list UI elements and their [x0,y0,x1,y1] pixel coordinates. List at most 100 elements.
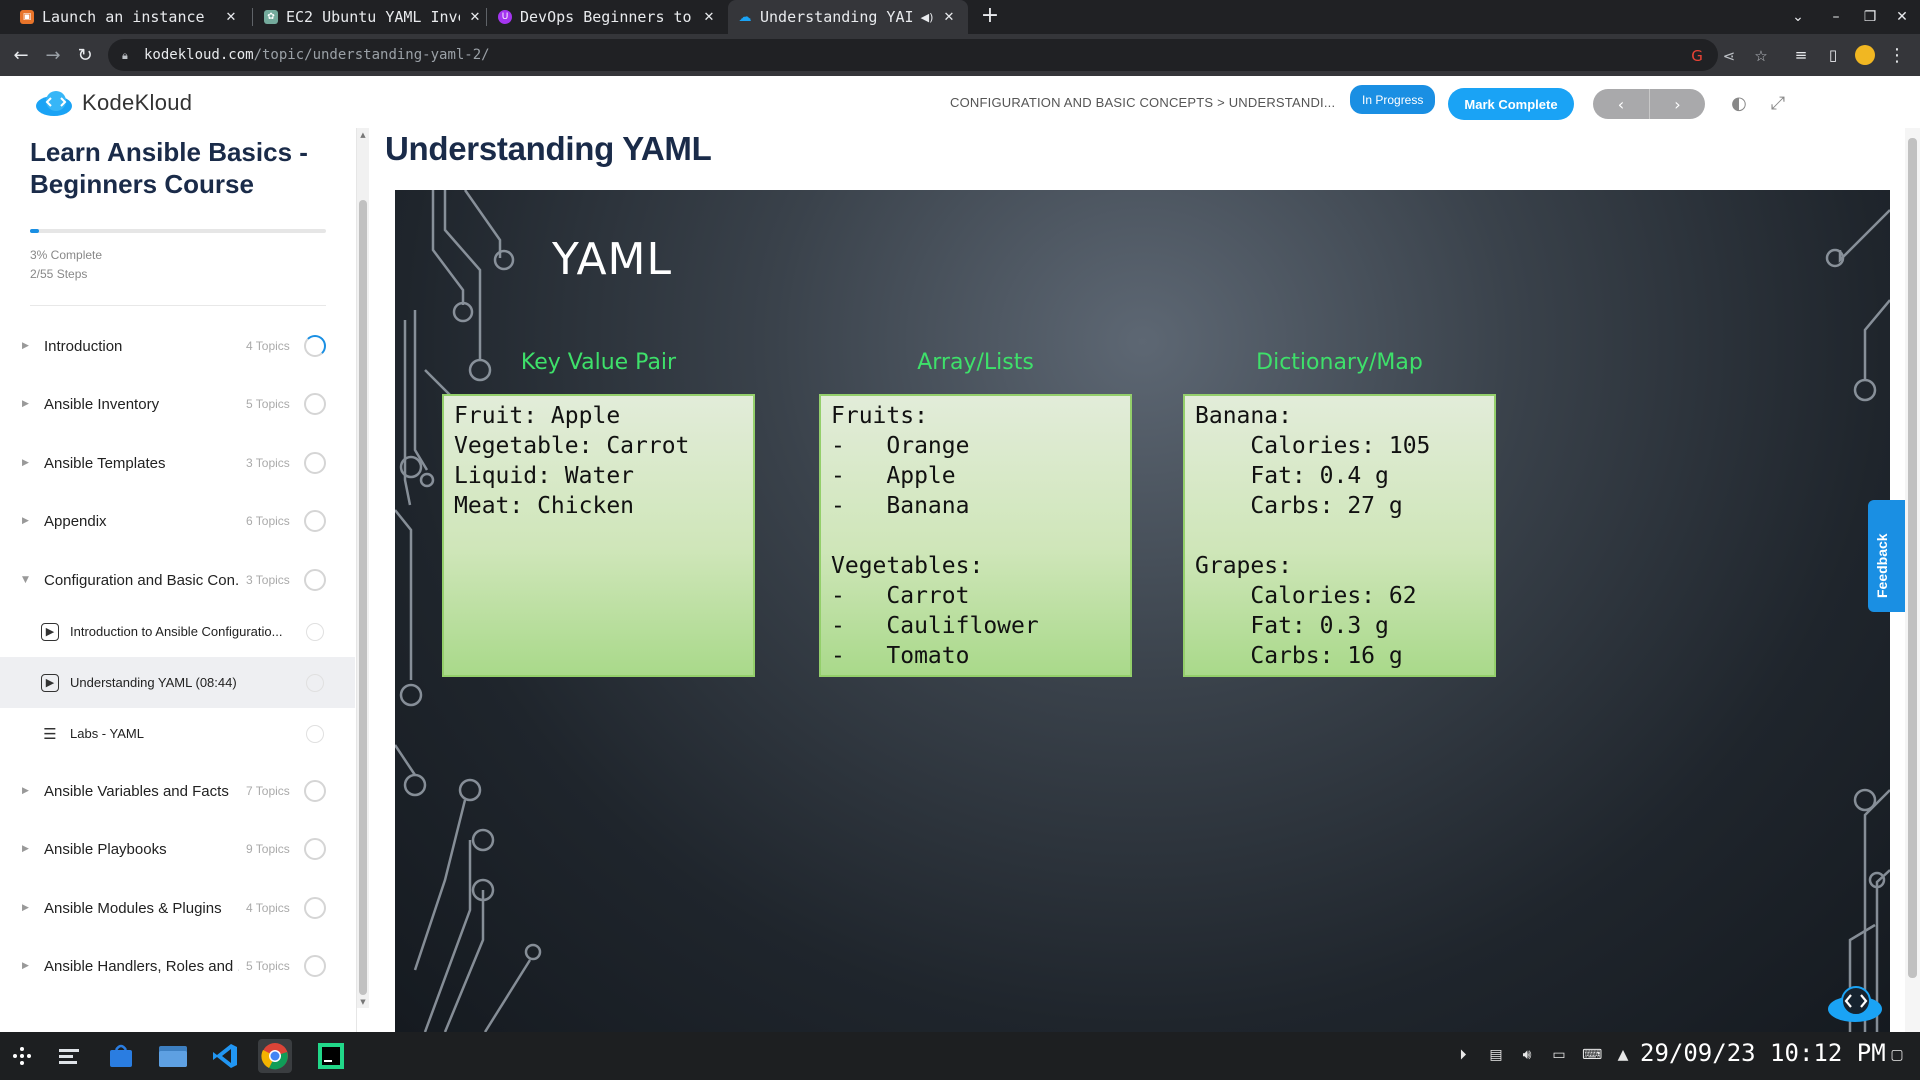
course-progress-bar [30,229,326,233]
close-icon[interactable]: ✕ [222,10,240,25]
lesson-topic-count: 4 Topics [246,339,290,353]
reading-list-icon[interactable]: ≡ [1788,42,1814,68]
browser-tab-ec2-yaml[interactable]: ✿ EC2 Ubuntu YAML Inve ✕ [254,0,494,34]
topic-intro-ansible-configuration[interactable]: ▶ Introduction to Ansible Configuratio..… [0,606,355,657]
course-sidebar: Learn Ansible Basics - Beginners Course … [0,128,357,1032]
tab-title: DevOps Beginners to [520,8,692,26]
lesson-topic-count: 6 Topics [246,514,290,528]
lesson-configuration-basic-concepts[interactable]: ▼ Configuration and Basic Con... 3 Topic… [0,551,355,609]
page-title: Understanding YAML [385,130,712,167]
system-clock[interactable]: 29/09/23 10:12 PM [1640,1039,1886,1067]
previous-lesson-button[interactable]: ‹ [1593,89,1649,119]
heading-array-lists: Array/Lists [917,350,1034,375]
breadcrumb[interactable]: CONFIGURATION AND BASIC CONCEPTS > UNDER… [950,95,1335,110]
close-icon[interactable]: ✕ [700,10,718,25]
launcher-icon[interactable] [5,1039,39,1073]
lesson-ansible-playbooks[interactable]: ▶ Ansible Playbooks 9 Topics [0,820,355,878]
media-play-icon[interactable]: ⏵ [1454,1046,1472,1064]
page-scroll-thumb[interactable] [1908,138,1917,978]
topic-understanding-yaml[interactable]: ▶ Understanding YAML (08:44) [0,657,355,708]
tray-expand-icon[interactable]: ▲ [1614,1046,1632,1064]
caret-right-icon: ▶ [22,844,29,854]
battery-icon[interactable]: ▭ [1550,1046,1568,1064]
new-tab-button[interactable]: + [978,5,1002,29]
url-path: /topic/understanding-yaml-2/ [253,47,490,63]
feedback-label[interactable]: Feedback [1874,533,1890,598]
caret-right-icon: ▶ [22,961,29,971]
lesson-appendix[interactable]: ▶ Appendix 6 Topics [0,492,355,550]
panel-array-lists: Fruits: - Orange - Apple - Banana Vegeta… [819,394,1132,677]
restore-icon[interactable]: ❐ [1854,0,1886,34]
close-icon[interactable]: ✕ [466,10,484,25]
profile-avatar[interactable] [1852,42,1878,68]
slide-title: YAML [552,234,673,285]
forward-icon[interactable]: → [40,42,66,68]
chrome-icon[interactable] [258,1039,292,1073]
audio-icon[interactable]: ◀) [920,11,934,24]
topic-labs-yaml[interactable]: ☰ Labs - YAML [0,708,355,759]
close-window-icon[interactable]: ✕ [1886,0,1918,34]
lock-icon: 🔒︎ [122,49,128,62]
task-manager-icon[interactable] [52,1039,86,1073]
lesson-introduction[interactable]: ▶ Introduction 4 Topics [0,317,355,375]
address-bar[interactable]: 🔒︎ kodekloud.com/topic/understanding-yam… [108,39,1768,71]
kodekloud-logo[interactable]: KodeKloud [34,89,192,117]
yaml-line: Fruit: Apple [454,403,621,429]
lab-list-icon: ☰ [43,724,57,743]
close-icon[interactable]: ✕ [940,10,958,25]
lesson-progress-ring [304,780,326,802]
scroll-up-icon[interactable]: ▲ [359,131,367,139]
udemy-icon: U [498,10,512,24]
video-player[interactable]: YAML Key Value Pair Fruit: Apple Vegetab… [395,190,1890,1032]
google-lens-icon[interactable]: G [1688,47,1706,65]
sidebar-scroll-thumb[interactable] [359,200,367,995]
lesson-progress-ring [304,393,326,415]
clipboard-icon[interactable]: ▤ [1487,1046,1505,1064]
next-lesson-button[interactable]: › [1649,89,1705,119]
vscode-icon[interactable] [208,1039,242,1073]
page-scrollbar[interactable] [1905,128,1920,1032]
scroll-down-icon[interactable]: ▼ [359,998,367,1006]
lesson-ansible-templates[interactable]: ▶ Ansible Templates 3 Topics [0,434,355,492]
fullscreen-icon[interactable]: ⤢ [1766,92,1790,116]
lesson-ansible-inventory[interactable]: ▶ Ansible Inventory 5 Topics [0,375,355,433]
back-icon[interactable]: ← [8,42,34,68]
notifications-icon[interactable]: ▢ [1888,1046,1906,1064]
side-panel-icon[interactable]: ▯ [1820,42,1846,68]
browser-tab-devops[interactable]: U DevOps Beginners to ✕ [488,0,728,34]
app-store-icon[interactable] [104,1039,138,1073]
yaml-line: - Tomato [831,643,970,669]
browser-tab-launch-instance[interactable]: ▣ Launch an instance ✕ [10,0,250,34]
lesson-name: Ansible Modules & Plugins [44,899,222,917]
lesson-modules-plugins[interactable]: ▶ Ansible Modules & Plugins 4 Topics [0,879,355,937]
tab-divider [486,8,487,26]
caret-right-icon: ▶ [22,341,29,351]
yaml-line: Liquid: Water [454,463,635,489]
browser-tab-understanding-yaml[interactable]: ☁ Understanding YAI ◀) ✕ [728,0,968,34]
pycharm-icon[interactable] [314,1039,348,1073]
share-icon[interactable]: ⋖ [1720,47,1738,65]
file-manager-icon[interactable] [156,1039,190,1073]
dark-mode-icon[interactable]: ◐ [1727,92,1751,116]
browser-menu-icon[interactable]: ⋮ [1884,42,1910,68]
tab-title: Understanding YAI [760,8,914,26]
browser-toolbar: ← → ↻ 🔒︎ kodekloud.com/topic/understandi… [0,34,1920,76]
yaml-line: Carbs: 16 g [1195,643,1403,669]
minimize-icon[interactable]: – [1820,0,1852,34]
lesson-variables-facts[interactable]: ▶ Ansible Variables and Facts 7 Topics [0,762,355,820]
lesson-name: Appendix [44,512,107,530]
reload-icon[interactable]: ↻ [72,42,98,68]
network-icon[interactable]: ⌨ [1582,1046,1602,1064]
lesson-progress-ring [304,510,326,532]
topic-name: Introduction to Ansible Configuratio... [70,624,283,639]
bookmark-star-icon[interactable]: ☆ [1752,47,1770,65]
lesson-handlers-roles[interactable]: ▶ Ansible Handlers, Roles and ... 5 Topi… [0,937,355,995]
volume-icon[interactable]: 🔊︎ [1518,1046,1536,1064]
mark-complete-button[interactable]: Mark Complete [1448,88,1574,120]
lesson-progress-ring [304,838,326,860]
yaml-line: Carbs: 27 g [1195,493,1403,519]
sidebar-scrollbar[interactable]: ▲ ▼ [357,128,369,1008]
yaml-line: Grapes: [1195,553,1292,579]
tab-search-icon[interactable]: ⌄ [1782,0,1814,34]
panel-dictionary-map: Banana: Calories: 105 Fat: 0.4 g Carbs: … [1183,394,1496,677]
